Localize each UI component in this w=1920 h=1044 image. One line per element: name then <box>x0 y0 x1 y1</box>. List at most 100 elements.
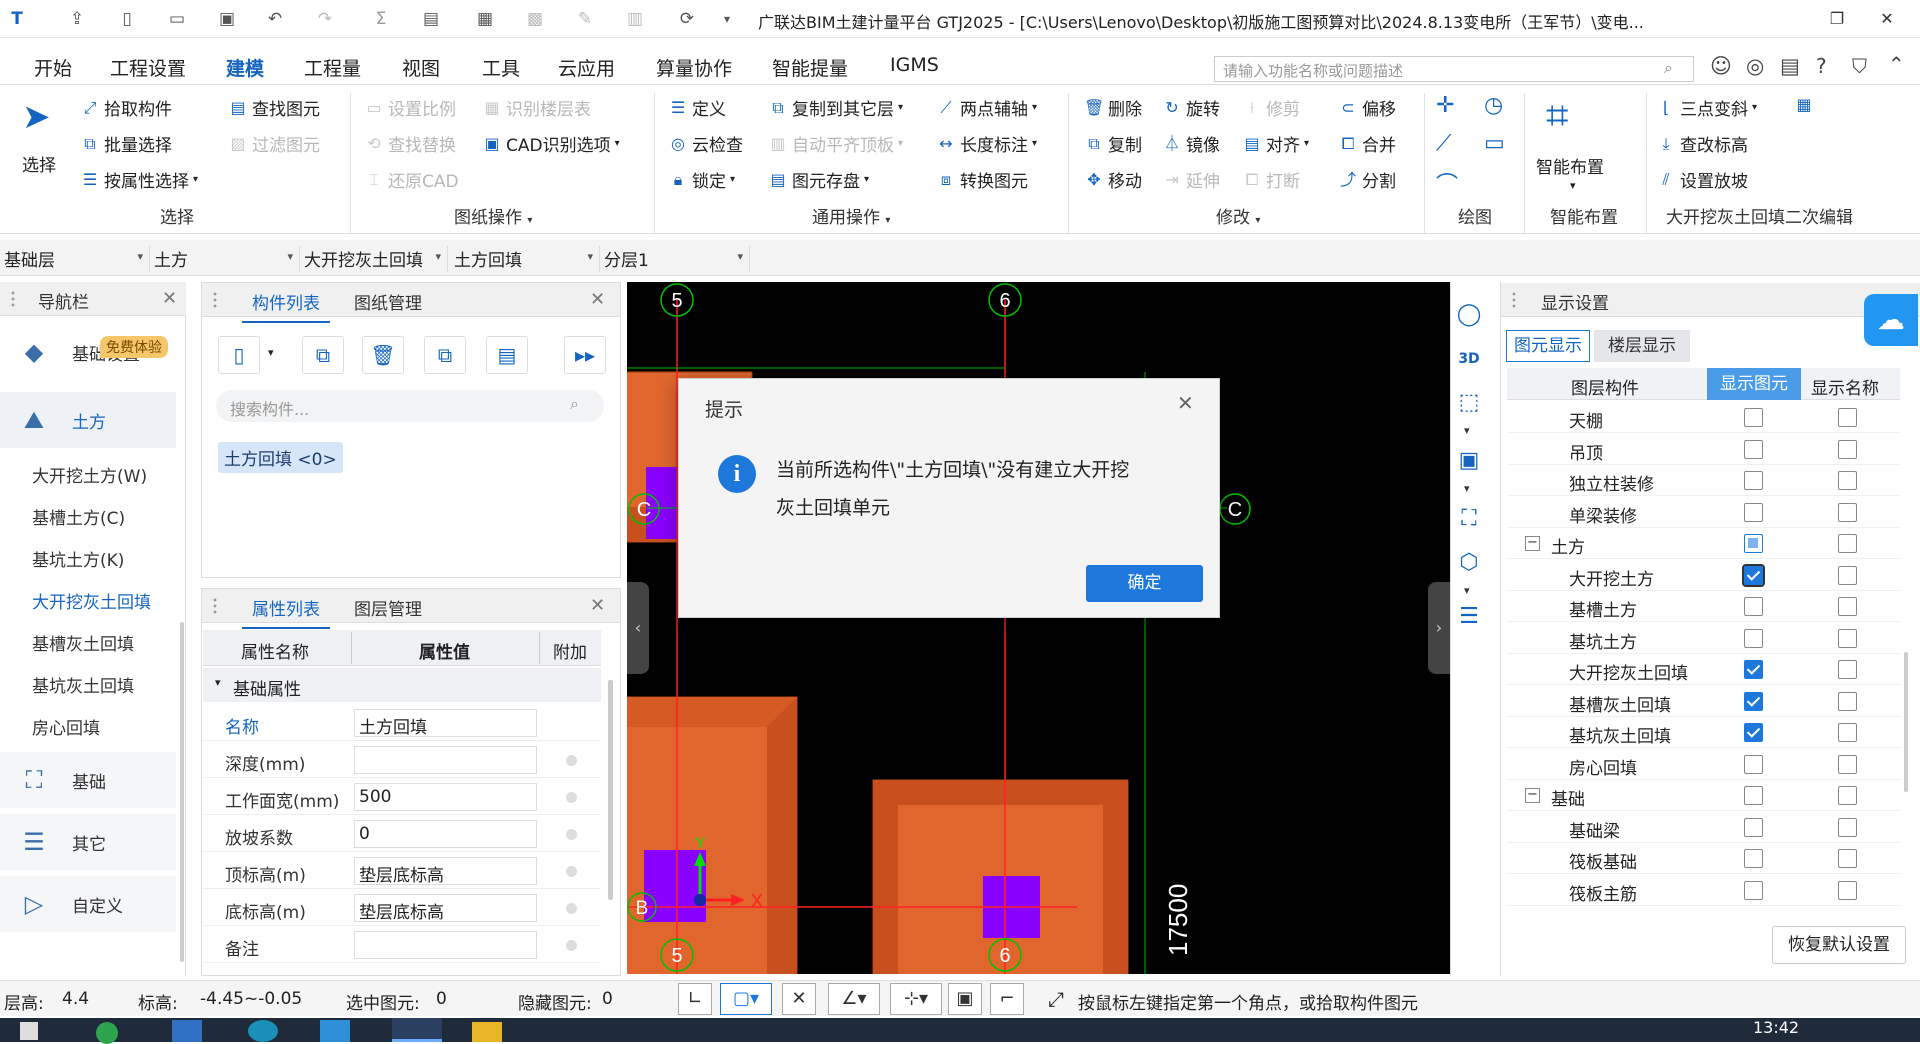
drag-handle[interactable] <box>212 597 218 615</box>
extra-checkbox[interactable] <box>566 792 577 803</box>
show-element-checkbox[interactable] <box>1744 439 1763 459</box>
extra-checkbox[interactable] <box>566 903 577 914</box>
collapse-left-handle[interactable]: ‹ <box>627 582 649 674</box>
break-button[interactable]: ⧠ 打断 <box>1242 167 1300 193</box>
show-name-checkbox[interactable] <box>1838 817 1857 837</box>
component-select[interactable]: 土方回填 ▾ <box>454 246 600 272</box>
show-element-checkbox[interactable] <box>1744 628 1763 648</box>
calendar-icon[interactable]: ▤ <box>1780 54 1800 78</box>
offset-button[interactable]: ⊂ 偏移 <box>1338 95 1396 121</box>
close-icon[interactable]: ✕ <box>162 288 177 309</box>
layer-copy-button[interactable]: ⧉ <box>424 336 466 374</box>
ruler-icon[interactable]: ▥ <box>624 8 646 30</box>
close-icon[interactable]: ✕ <box>590 289 605 310</box>
nav-item-pit-backfill[interactable]: 基坑灰土回填 <box>32 672 134 697</box>
orbit-view-icon[interactable]: ◯ <box>1452 298 1486 332</box>
property-scrollbar[interactable] <box>608 680 613 900</box>
menu-cloud[interactable]: 云应用 <box>558 54 615 81</box>
show-name-checkbox[interactable] <box>1838 534 1857 553</box>
property-value-field[interactable]: 土方回填 <box>354 709 537 737</box>
collapse-toggle-icon[interactable]: − <box>1525 536 1540 551</box>
show-name-checkbox[interactable] <box>1838 880 1857 900</box>
find-element-button[interactable]: ▤ 查找图元 <box>228 95 320 121</box>
menu-view[interactable]: 视图 <box>402 54 440 81</box>
nav-item-excavation[interactable]: 大开挖土方(W) <box>32 462 147 487</box>
show-element-checkbox[interactable] <box>1744 754 1763 774</box>
list-view-icon[interactable]: ☰ <box>1452 600 1486 634</box>
floor-select[interactable]: 基础层 ▾ <box>4 246 150 272</box>
ortho-mode-icon[interactable]: ∟ <box>678 983 712 1015</box>
menu-quantity[interactable]: 工程量 <box>304 54 361 81</box>
property-section[interactable]: ▾ 基础属性 <box>203 668 601 702</box>
col-show-element[interactable]: 显示图元 <box>1707 368 1801 400</box>
show-name-checkbox[interactable] <box>1838 408 1857 427</box>
collapse-right-handle[interactable]: › <box>1428 582 1450 674</box>
component-item[interactable]: 土方回填 <0> <box>218 442 343 473</box>
drag-handle[interactable] <box>1511 291 1517 309</box>
three-point-slope-button[interactable]: ⌊ 三点变斜 ▾ <box>1656 95 1757 121</box>
col-show-name[interactable]: 显示名称 <box>1811 374 1879 399</box>
copy-to-floor-button[interactable]: ⧉ 复制到其它层 ▾ <box>768 95 903 121</box>
show-name-checkbox[interactable] <box>1838 471 1857 490</box>
taskbar-folder-icon[interactable] <box>472 1022 502 1042</box>
report-icon[interactable]: ▤ <box>420 8 442 30</box>
show-element-checkbox[interactable] <box>1744 723 1763 742</box>
open-folder-icon[interactable]: ▭ <box>166 8 188 30</box>
dropdown-caret-icon[interactable]: ▾ <box>1464 424 1470 437</box>
tab-element-display[interactable]: 图元显示 <box>1506 330 1590 362</box>
align-button[interactable]: ▤ 对齐 ▾ <box>1242 131 1309 157</box>
show-name-checkbox[interactable] <box>1838 849 1857 868</box>
show-element-checkbox[interactable] <box>1744 880 1763 900</box>
tab-component-list[interactable]: 构件列表 <box>242 289 330 323</box>
show-element-checkbox[interactable] <box>1744 597 1763 616</box>
property-value-field[interactable]: 垫层底标高 <box>354 857 537 885</box>
layer-select[interactable]: 分层1 ▾ <box>604 246 750 272</box>
sync-icon[interactable]: ⟳ <box>676 8 698 30</box>
component-search-input[interactable]: 搜索构件... <box>216 390 604 422</box>
copy-component-button[interactable]: ⧉ <box>302 336 344 374</box>
cloud-check-button[interactable]: ◎ 云检查 <box>668 131 743 157</box>
show-name-checkbox[interactable] <box>1838 660 1857 679</box>
nav-category-custom[interactable]: ▷ 自定义 <box>0 876 176 932</box>
extra-checkbox[interactable] <box>566 866 577 877</box>
move-button[interactable]: ✥ 移动 <box>1084 167 1142 193</box>
mirror-button[interactable]: ⏃ 镜像 <box>1162 131 1220 157</box>
snap-point-icon[interactable]: ⊹▾ <box>890 983 942 1015</box>
layer-scrollbar[interactable] <box>1904 652 1908 792</box>
merge-button[interactable]: ⧠ 合并 <box>1338 131 1396 157</box>
show-element-checkbox[interactable] <box>1744 502 1763 522</box>
smart-layout-button[interactable]: 智能布置 <box>1536 153 1604 178</box>
menu-start[interactable]: 开始 <box>34 54 72 81</box>
dropdown-caret-icon[interactable]: ▾ <box>1464 482 1470 495</box>
show-name-checkbox[interactable] <box>1838 439 1857 459</box>
rotate-button[interactable]: ↻ 旋转 <box>1162 95 1220 121</box>
show-name-checkbox[interactable] <box>1838 597 1857 616</box>
taskbar-app-icon[interactable] <box>96 1022 118 1044</box>
menu-tools[interactable]: 工具 <box>482 54 520 81</box>
show-name-checkbox[interactable] <box>1838 628 1857 648</box>
show-element-checkbox[interactable] <box>1744 691 1763 711</box>
nav-item-trench[interactable]: 基槽土方(C) <box>32 504 125 529</box>
point-draw-icon[interactable]: ✛ <box>1436 93 1454 118</box>
property-value-field[interactable]: 0 <box>354 820 537 848</box>
nav-scrollbar[interactable] <box>180 622 184 962</box>
select-by-attr-button[interactable]: ☰ 按属性选择 ▾ <box>80 167 198 193</box>
show-element-checkbox[interactable] <box>1744 408 1763 427</box>
undo-icon[interactable]: ↶ <box>264 8 286 30</box>
new-file-icon[interactable]: ▯ <box>116 8 138 30</box>
show-element-checkbox[interactable] <box>1744 817 1763 837</box>
show-element-checkbox[interactable] <box>1744 786 1763 805</box>
dialog-close-icon[interactable]: ✕ <box>1177 391 1194 415</box>
table-icon[interactable]: ▦ <box>474 8 496 30</box>
split-button[interactable]: ⤴ 分割 <box>1338 167 1396 193</box>
property-value-field[interactable] <box>354 746 537 774</box>
upload-icon[interactable]: ⇪ <box>66 8 88 30</box>
tab-floor-display[interactable]: 楼层显示 <box>1594 330 1690 362</box>
lock-button[interactable]: 🔒︎ 锁定 ▾ <box>668 167 735 193</box>
circle-draw-icon[interactable]: ◷ <box>1484 93 1503 118</box>
nav-item-room-backfill[interactable]: 房心回填 <box>32 714 100 739</box>
extra-tool-icon[interactable]: ▦ <box>1794 95 1814 115</box>
help-icon[interactable]: ? <box>1816 54 1827 78</box>
rect-draw-icon[interactable]: ▭ <box>1484 131 1505 156</box>
convert-element-button[interactable]: ⧈ 转换图元 <box>936 167 1028 193</box>
